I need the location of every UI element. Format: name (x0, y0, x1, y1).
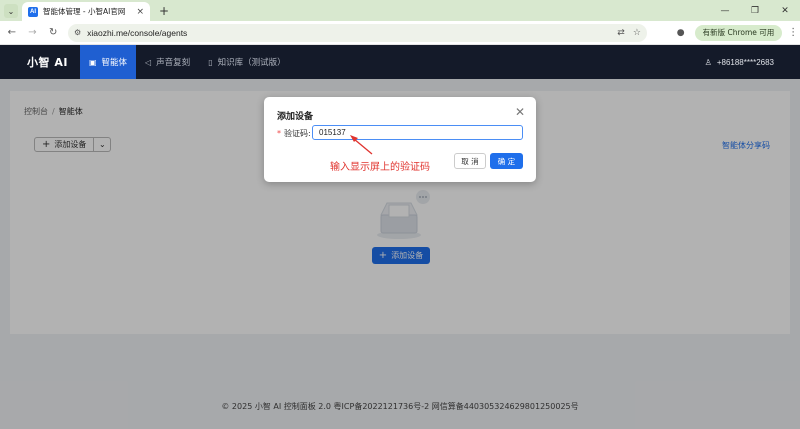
restore-icon[interactable]: ❐ (740, 0, 770, 21)
annotation-hint: 输入显示屏上的验证码 (330, 162, 430, 173)
reload-icon[interactable]: ↻ (44, 24, 62, 42)
required-asterisk: * (277, 129, 281, 138)
app-header: 小智 AI ▣ 智能体 ◁ 声音复刻 ▯ 知识库（测试版） ♙ +86188**… (0, 45, 800, 79)
cancel-button[interactable]: 取 消 (454, 153, 486, 169)
browser-toolbar: ← → ↻ ⚙ xiaozhi.me/console/agents ⇄ ☆ ● … (0, 21, 800, 45)
minimize-icon[interactable]: — (710, 0, 740, 21)
confirm-button[interactable]: 确 定 (490, 153, 523, 169)
nav-label: 声音复刻 (156, 58, 191, 68)
agent-icon: ▣ (88, 57, 97, 67)
nav-item-agents[interactable]: ▣ 智能体 (79, 45, 137, 79)
code-field-label: * 验证码: (277, 128, 311, 139)
chrome-update-button[interactable]: 有新版 Chrome 可用 (694, 24, 783, 41)
tab-close-icon[interactable]: × (136, 7, 144, 17)
browser-tab[interactable]: AI 智能体管理 - 小智AI官网 × (22, 2, 150, 21)
add-device-modal: 添加设备 ✕ *验证码: 输入显示屏上的验证码 取 消 确 定 (264, 97, 536, 182)
favicon-icon: AI (28, 6, 38, 17)
speaker-icon: ◁ (145, 57, 152, 67)
code-label-text: 验证码: (284, 129, 311, 138)
window-close-icon[interactable]: ✕ (770, 0, 800, 21)
tab-title: 智能体管理 - 小智AI官网 (43, 7, 126, 16)
bookmark-star-icon[interactable]: ☆ (633, 28, 641, 38)
tab-search-icon[interactable]: ⌄ (4, 4, 18, 18)
user-menu[interactable]: ♙ +86188****2683 (705, 45, 774, 79)
browser-tabstrip: ⌄ AI 智能体管理 - 小智AI官网 × + — ❐ ✕ (0, 0, 800, 21)
address-bar[interactable]: ⚙ xiaozhi.me/console/agents ⇄ ☆ (67, 23, 647, 42)
more-menu-icon[interactable]: ⋮ (786, 27, 800, 38)
back-icon[interactable]: ← (3, 24, 21, 42)
verification-code-input[interactable] (312, 125, 523, 140)
url-text[interactable]: xiaozhi.me/console/agents (87, 28, 609, 38)
nav-label: 智能体 (101, 58, 128, 68)
modal-close-icon[interactable]: ✕ (515, 105, 525, 119)
new-tab-icon[interactable]: + (156, 3, 172, 19)
nav-item-knowledge-base[interactable]: ▯ 知识库（测试版） (199, 45, 294, 79)
site-info-icon[interactable]: ⚙ (74, 28, 81, 37)
book-icon: ▯ (208, 57, 213, 67)
nav-label: 知识库（测试版） (217, 58, 286, 68)
user-icon: ♙ (704, 57, 712, 67)
brand-logo[interactable]: 小智 AI (0, 54, 80, 70)
nav-item-voice-clone[interactable]: ◁ 声音复刻 (136, 45, 199, 79)
modal-title: 添加设备 (277, 112, 314, 122)
translate-icon[interactable]: ⇄ (617, 28, 625, 38)
window-controls: — ❐ ✕ (710, 0, 800, 21)
forward-icon[interactable]: → (24, 24, 42, 42)
user-phone: +86188****2683 (716, 57, 774, 67)
profile-icon[interactable]: ● (673, 25, 689, 41)
